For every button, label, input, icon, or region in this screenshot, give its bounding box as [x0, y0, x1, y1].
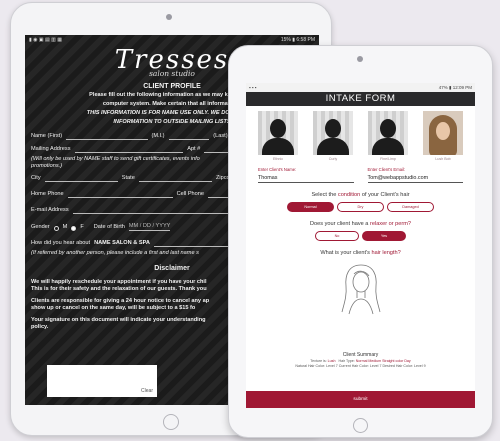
home-phone-label: Home Phone — [31, 191, 64, 198]
relaxer-question: Does your client have a relaxer or perm? — [246, 221, 475, 227]
condition-options: Normal Dry Damaged — [246, 202, 475, 212]
camera-icon — [357, 56, 363, 62]
hair-type-caption: Ethnic — [273, 157, 283, 161]
status-icons: ▪ ▪ ▪ — [249, 85, 257, 90]
summary-label: Hair Type: — [338, 359, 355, 363]
email-label: E-mail Address — [31, 207, 69, 214]
city-field[interactable] — [44, 176, 118, 183]
home-button[interactable] — [163, 414, 179, 430]
dob-field[interactable]: MM / DD / YYYY — [128, 223, 171, 232]
gender-f-radio[interactable] — [71, 226, 77, 232]
clear-signature-button[interactable]: Clear — [141, 388, 153, 394]
home-phone-field[interactable] — [67, 192, 173, 199]
state-field[interactable] — [138, 176, 212, 183]
condition-normal-button[interactable]: Normal — [287, 202, 334, 212]
relaxer-yes-button[interactable]: Yes — [362, 231, 406, 241]
front-tablet: ▪ ▪ ▪ 47% ▮ 12:09 PM INTAKE FORM Ethnic … — [228, 45, 493, 438]
summary-line: Natural Hair Color: Level 7 Current Hair… — [295, 364, 426, 368]
summary-value: Normal Medium Straight color Day — [355, 359, 411, 363]
hair-type-option[interactable]: Curly — [313, 111, 353, 161]
intake-form-header: INTAKE FORM — [246, 92, 475, 106]
question-accent: condition — [337, 192, 361, 198]
length-question: What is your client's hair length? — [246, 250, 475, 256]
client-summary: Client Summary Texture is: Lush Hair Typ… — [246, 352, 475, 368]
hair-type-caption: Curly — [328, 157, 338, 161]
client-name-input[interactable]: Thomas — [258, 175, 354, 183]
condition-dry-button[interactable]: Dry — [337, 202, 384, 212]
client-info-row: Enter Client's Name: Thomas Enter Client… — [246, 161, 475, 183]
question-accent: hair length? — [371, 250, 401, 256]
summary-value: Lush — [327, 359, 336, 363]
silhouette-icon — [313, 111, 353, 155]
client-name-label: Enter Client's Name: — [258, 167, 297, 172]
status-bar: ▪ ▪ ▪ 47% ▮ 12:09 PM — [246, 83, 475, 92]
apt-label: Apt # — [187, 146, 201, 153]
relaxer-options: No Yes — [246, 231, 475, 241]
hair-length-sketch-icon[interactable] — [338, 262, 384, 316]
summary-line: Texture is: Lush Hair Type: Normal Mediu… — [246, 359, 475, 363]
gender-m-label: M — [62, 224, 68, 231]
home-button[interactable] — [353, 418, 368, 433]
client-email-input[interactable]: Tom@webappstudio.com — [367, 175, 463, 183]
status-icons: ▮ ◉ ▣ ▤ ▥ ▦ — [29, 37, 62, 43]
question-text: Does your client have a — [309, 221, 369, 227]
status-bar: ▮ ◉ ▣ ▤ ▥ ▦ 15% ▮ 6:58 PM — [25, 35, 319, 45]
status-clock: 47% ▮ 12:09 PM — [438, 84, 472, 90]
gender-label: Gender — [31, 224, 50, 231]
camera-icon — [166, 14, 172, 20]
question-text: of your Client's hair — [361, 192, 410, 198]
signature-pad[interactable]: Clear — [47, 365, 157, 397]
status-clock: 15% ▮ 6:58 PM — [280, 37, 315, 43]
first-name-field[interactable] — [66, 134, 148, 141]
client-name-group: Enter Client's Name: Thomas — [258, 167, 354, 183]
dob-label: Date of Birth — [93, 224, 125, 231]
hair-type-option[interactable]: Lush Bob — [423, 111, 463, 161]
hair-type-caption: Fine/Limp — [380, 157, 396, 161]
first-name-label: Name (First) — [31, 133, 63, 140]
heard-about-label: How did you hear about — [31, 240, 91, 247]
hair-type-caption: Lush Bob — [435, 157, 451, 161]
condition-damaged-button[interactable]: Damaged — [387, 202, 434, 212]
hair-type-gallery: Ethnic Curly Fine/Limp Lush Bob — [246, 106, 475, 161]
silhouette-icon — [258, 111, 298, 155]
state-label: State — [121, 175, 135, 182]
submit-button[interactable]: submit — [246, 391, 475, 408]
silhouette-icon — [368, 111, 408, 155]
intake-form-screen: ▪ ▪ ▪ 47% ▮ 12:09 PM INTAKE FORM Ethnic … — [246, 83, 475, 408]
question-text: What is your client's — [320, 250, 370, 256]
gender-f-label: F — [80, 224, 84, 231]
mailing-address-field[interactable] — [74, 147, 184, 154]
last-name-label: (Last) — [213, 133, 228, 140]
hair-type-option[interactable]: Fine/Limp — [368, 111, 408, 161]
summary-title: Client Summary — [342, 352, 379, 358]
client-email-group: Enter Client's Email: Tom@webappstudio.c… — [367, 167, 463, 183]
hair-type-option[interactable]: Ethnic — [258, 111, 298, 161]
hairstyle-photo — [423, 111, 463, 155]
gender-m-radio[interactable] — [53, 226, 59, 232]
heard-about-value: NAME SALON & SPA — [94, 240, 150, 247]
mi-label: (M.I.) — [151, 133, 165, 140]
question-text: Select the — [311, 192, 337, 198]
summary-label: Texture is: — [310, 359, 327, 363]
relaxer-no-button[interactable]: No — [315, 231, 359, 241]
city-label: City — [31, 175, 41, 182]
condition-question: Select the condition of your Client's ha… — [246, 192, 475, 198]
question-accent: relaxer or perm? — [369, 221, 412, 227]
cell-phone-label: Cell Phone — [176, 191, 205, 198]
mi-field[interactable] — [168, 134, 210, 141]
mailing-address-label: Mailing Address — [31, 146, 71, 153]
client-email-label: Enter Client's Email: — [367, 167, 406, 172]
